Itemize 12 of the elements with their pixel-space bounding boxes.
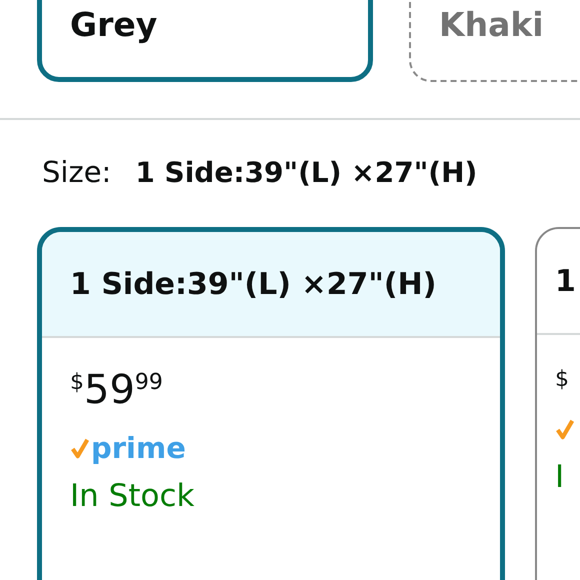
stock-status: In Stock	[70, 478, 194, 514]
size-option-title: 1 Side:39"(L) ×27"(H)	[42, 232, 500, 338]
color-option[interactable]: Khaki	[409, 0, 580, 82]
price: $^{$}$59$^{99}$	[70, 370, 163, 410]
color-option[interactable]: Grey	[37, 0, 373, 82]
price: $	[555, 367, 569, 391]
prime-label: prime	[91, 431, 186, 465]
size-label: Size:	[42, 155, 112, 189]
size-option-title: 1	[537, 229, 580, 335]
stock-status: I	[555, 459, 564, 495]
selected-size: 1 Side:39"(L) ×27"(H)	[135, 156, 478, 189]
size-option-card[interactable]: 1 Side:39"(L) ×27"(H) $^{$}$59$^{99}$ prime In Stock	[37, 227, 505, 580]
